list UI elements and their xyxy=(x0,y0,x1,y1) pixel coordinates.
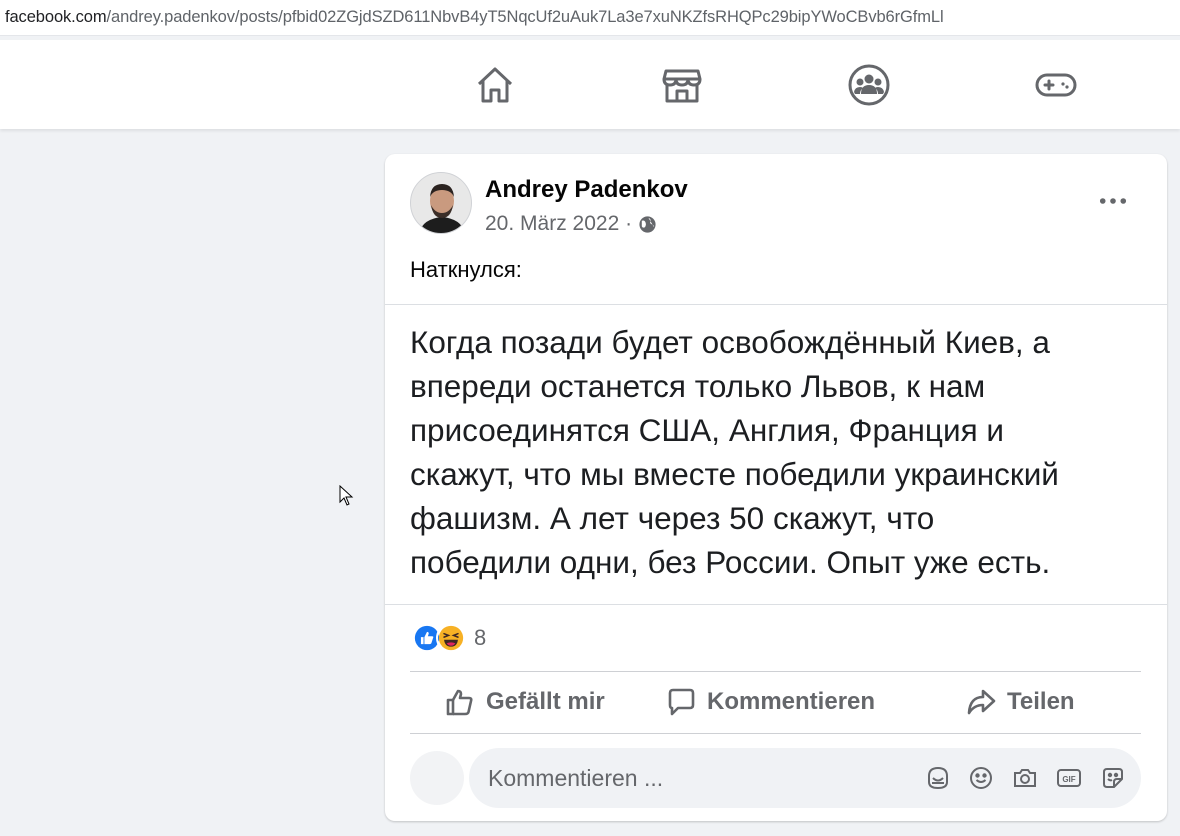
comment-button[interactable]: Kommentieren xyxy=(665,686,875,718)
text-line: фашизм. А лет через 50 скажут, что xyxy=(410,500,935,536)
author-avatar[interactable] xyxy=(410,172,472,234)
comment-icon xyxy=(668,688,695,716)
url-path: /andrey.padenkov/posts/pfbid02ZGjdSZD611… xyxy=(106,8,944,26)
divider xyxy=(385,604,1167,605)
share-button[interactable]: Teilen xyxy=(965,686,1075,718)
post-card: Andrey Padenkov 20. März 2022 · Наткнулс… xyxy=(385,154,1167,821)
like-button[interactable]: Gefällt mir xyxy=(444,686,605,718)
groups-icon[interactable] xyxy=(846,62,892,108)
top-navigation xyxy=(0,40,1180,129)
share-label: Teilen xyxy=(1007,688,1075,715)
marketplace-icon[interactable] xyxy=(659,62,705,108)
comment-placeholder: Kommentieren ... xyxy=(488,765,664,791)
avatar-sticker-icon[interactable] xyxy=(924,764,952,792)
text-line: победили одни, без России. Опыт уже есть… xyxy=(410,544,1051,580)
mouse-cursor-icon xyxy=(339,485,354,506)
post-image-text[interactable]: Когда позади будет освобождённый Киев, а… xyxy=(410,320,1150,584)
post-date[interactable]: 20. März 2022 · xyxy=(485,212,632,236)
haha-reaction-icon xyxy=(436,623,466,653)
comment-label: Kommentieren xyxy=(707,688,876,715)
divider xyxy=(385,304,1167,305)
comment-input[interactable]: Kommentieren ... GIF xyxy=(469,748,1141,808)
gaming-icon[interactable] xyxy=(1033,62,1079,108)
url-text[interactable]: facebook.com/andrey.padenkov/posts/pfbid… xyxy=(5,8,944,27)
gif-icon[interactable]: GIF xyxy=(1055,764,1083,792)
text-line: впереди останется только Львов, к нам xyxy=(410,368,986,404)
home-icon[interactable] xyxy=(472,62,518,108)
like-icon xyxy=(446,689,473,716)
post-caption: Наткнулся: xyxy=(410,257,522,282)
share-icon xyxy=(967,689,996,715)
address-bar[interactable]: facebook.com/andrey.padenkov/posts/pfbid… xyxy=(0,0,1180,36)
author-name[interactable]: Andrey Padenkov xyxy=(485,176,688,204)
camera-icon[interactable] xyxy=(1011,764,1039,792)
sticker-icon[interactable] xyxy=(1099,764,1127,792)
svg-text:GIF: GIF xyxy=(1062,775,1075,784)
emoji-icon[interactable] xyxy=(967,764,995,792)
text-line: присоединятся США, Англия, Франция и xyxy=(410,412,1004,448)
more-options-icon[interactable] xyxy=(1095,186,1131,216)
action-bar: Gefällt mir Kommentieren Teilen xyxy=(410,671,1141,734)
reaction-count: 8 xyxy=(474,625,487,650)
text-line: скажут, что мы вместе победили украински… xyxy=(410,456,1059,492)
globe-icon xyxy=(639,215,656,233)
url-domain: facebook.com xyxy=(5,8,107,26)
text-line: Когда позади будет освобождённый Киев, а xyxy=(410,324,1050,360)
like-label: Gefällt mir xyxy=(486,688,605,715)
reactions-summary[interactable]: 8 xyxy=(412,623,486,653)
post-meta: 20. März 2022 · xyxy=(485,212,657,236)
current-user-avatar[interactable] xyxy=(410,751,464,805)
